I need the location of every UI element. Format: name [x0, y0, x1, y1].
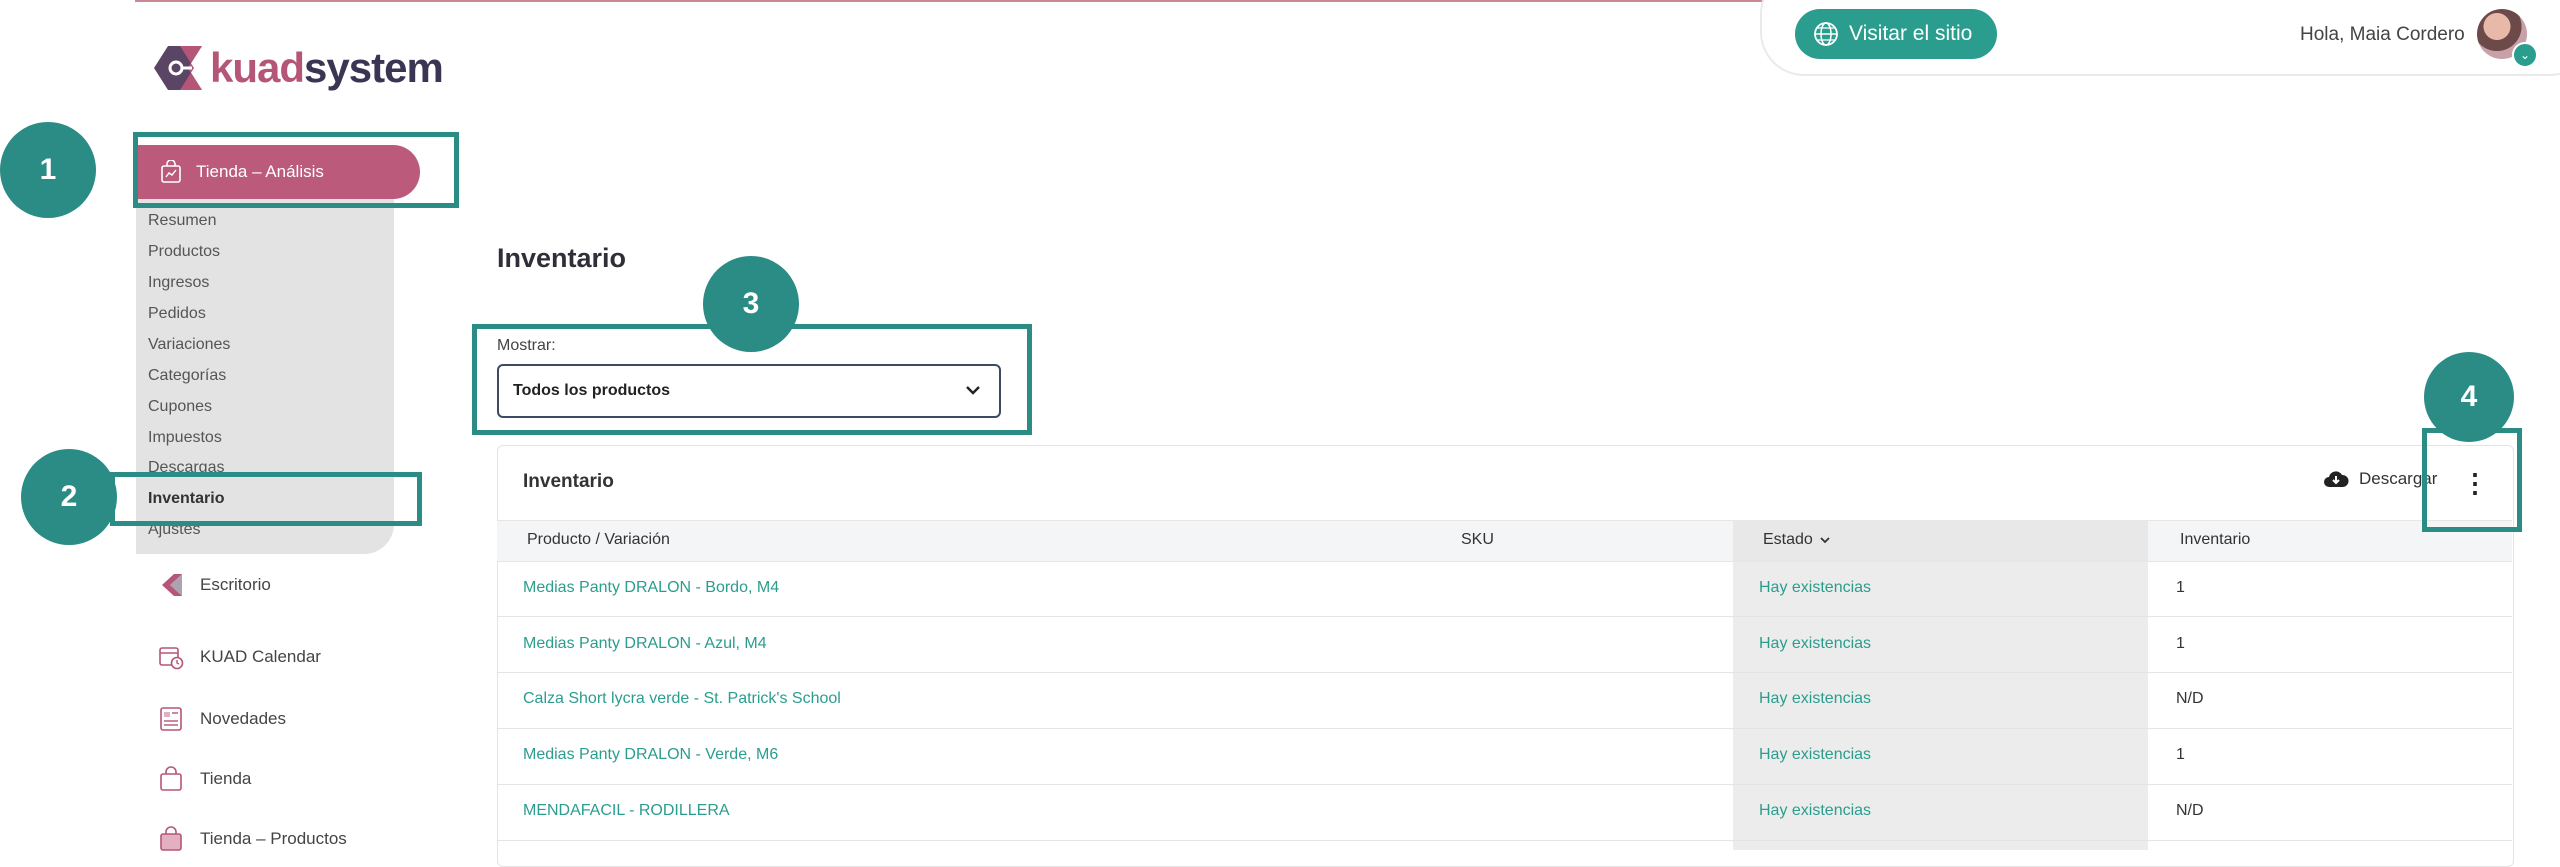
callout-badge-2: 2: [21, 449, 117, 545]
status-link[interactable]: Hay existencias: [1759, 635, 1871, 653]
sidebar-item-kuad-calendar[interactable]: KUAD Calendar: [158, 644, 321, 670]
user-greeting: Hola, Maia Cordero: [2300, 24, 2465, 45]
row-divider: [497, 616, 2512, 617]
stock-value: N/D: [2176, 690, 2204, 707]
submenu-variaciones[interactable]: Variaciones: [148, 336, 230, 354]
sidebar-item-escritorio[interactable]: Escritorio: [158, 572, 271, 598]
nav-label: Tienda – Productos: [200, 829, 347, 848]
submenu-cupones[interactable]: Cupones: [148, 398, 212, 416]
row-divider: [497, 840, 2512, 841]
newspaper-icon: [160, 707, 182, 731]
callout-badge-1: 1: [0, 122, 96, 218]
row-divider: [497, 728, 2512, 729]
submenu-impuestos[interactable]: Impuestos: [148, 429, 222, 447]
estado-column-highlight: [1733, 520, 2148, 850]
callout-badge-3: 3: [703, 256, 799, 352]
row-divider: [497, 784, 2512, 785]
sidebar-item-novedades[interactable]: Novedades: [158, 706, 286, 732]
stock-value: 1: [2176, 746, 2185, 763]
status-link[interactable]: Hay existencias: [1759, 690, 1871, 708]
highlight-box-1: [133, 132, 459, 208]
inventory-card: [497, 445, 2514, 867]
product-link[interactable]: Calza Short lycra verde - St. Patrick's …: [523, 690, 841, 708]
stock-value: 1: [2176, 635, 2185, 652]
column-header-estado[interactable]: Estado: [1763, 531, 1831, 549]
product-link[interactable]: MENDAFACIL - RODILLERA: [523, 802, 730, 820]
cloud-download-icon: [2324, 471, 2349, 487]
kuad-logo-icon: [154, 46, 202, 90]
logo-text-kuad: kuad: [210, 44, 305, 91]
submenu-resumen[interactable]: Resumen: [148, 212, 216, 230]
nav-label: Tienda: [200, 769, 252, 788]
row-divider: [497, 672, 2512, 673]
calendar-clock-icon: [159, 647, 184, 670]
download-button[interactable]: Descargar: [2323, 469, 2437, 489]
column-header-product: Producto / Variación: [527, 531, 670, 548]
status-link[interactable]: Hay existencias: [1759, 746, 1871, 764]
page-title: Inventario: [497, 243, 627, 273]
chevron-down-icon[interactable]: ⌄: [2512, 42, 2538, 68]
product-link[interactable]: Medias Panty DRALON - Azul, M4: [523, 635, 767, 653]
sidebar-item-tienda[interactable]: Tienda: [158, 766, 251, 792]
submenu-ingresos[interactable]: Ingresos: [148, 274, 209, 292]
shopping-bag-icon: [160, 766, 182, 791]
globe-icon: [1814, 22, 1838, 46]
kuad-chevron-icon: [162, 574, 182, 596]
stock-value: N/D: [2176, 802, 2204, 819]
shopping-bag-tag-icon: [160, 826, 182, 851]
column-header-inventario: Inventario: [2180, 531, 2251, 548]
sidebar-item-tienda-productos[interactable]: Tienda – Productos: [158, 826, 347, 852]
highlight-box-4: [2422, 428, 2522, 532]
stock-value: 1: [2176, 579, 2185, 596]
product-link[interactable]: Medias Panty DRALON - Bordo, M4: [523, 579, 779, 597]
kuadsystem-logo[interactable]: kuadsystem: [154, 40, 444, 96]
submenu-pedidos[interactable]: Pedidos: [148, 305, 206, 323]
status-link[interactable]: Hay existencias: [1759, 579, 1871, 597]
nav-label: Escritorio: [200, 575, 271, 594]
visit-site-button[interactable]: Visitar el sitio: [1795, 9, 1997, 59]
status-link[interactable]: Hay existencias: [1759, 802, 1871, 820]
logo-text-system: system: [304, 44, 444, 91]
nav-label: Novedades: [200, 709, 287, 728]
product-link[interactable]: Medias Panty DRALON - Verde, M6: [523, 746, 778, 764]
submenu-categorias[interactable]: Categorías: [148, 367, 226, 385]
submenu-productos[interactable]: Productos: [148, 243, 220, 261]
callout-badge-4: 4: [2424, 352, 2514, 442]
nav-label: KUAD Calendar: [200, 647, 321, 666]
card-title: Inventario: [523, 471, 614, 492]
chevron-down-icon: [1820, 537, 1830, 544]
column-header-sku: SKU: [1461, 531, 1494, 548]
visit-site-label: Visitar el sitio: [1849, 22, 1973, 45]
column-header-estado-label: Estado: [1763, 531, 1813, 548]
highlight-box-2: [110, 472, 422, 526]
